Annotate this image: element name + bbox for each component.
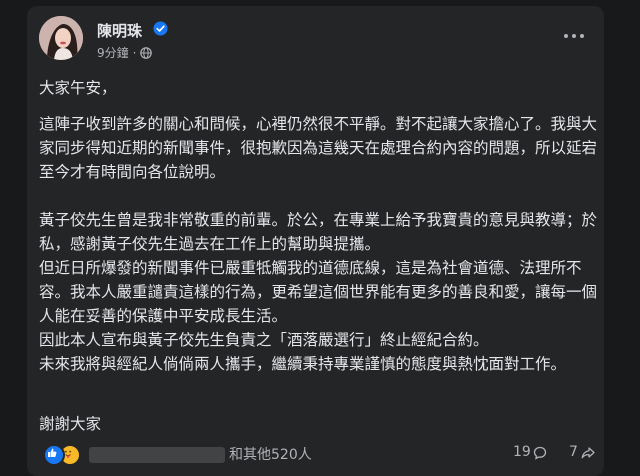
comment-count[interactable]: 19 xyxy=(513,444,531,460)
verified-badge-icon xyxy=(153,21,168,36)
post-timestamp[interactable]: 9分鐘 xyxy=(97,44,129,61)
more-dot-icon xyxy=(572,34,576,38)
author-avatar[interactable] xyxy=(39,16,83,60)
like-reaction-icon[interactable] xyxy=(43,444,65,466)
post-card: 陳明珠 9分鐘 · 大家午安， 這陣子收到許多的關心和問候，心裡仍然很不平靜。對… xyxy=(27,6,604,476)
meta-separator: · xyxy=(132,45,137,60)
post-paragraph-5: 未來我將與經紀人倘倘兩人攜手，繼續秉持專業謹慎的態度與熱忱面對工作。 xyxy=(39,355,567,373)
author-name[interactable]: 陳明珠 xyxy=(97,20,142,41)
post-paragraph-3: 但近日所爆發的新聞事件已嚴重牴觸我的道德底線，這是為社會道德、法理所不容。我本人… xyxy=(39,259,598,325)
post-meta: 9分鐘 · xyxy=(97,44,153,61)
reaction-summary[interactable]: 和其他520人 xyxy=(229,444,312,464)
post-paragraph-2: 黃子佼先生曾是我非常敬重的前輩。於公，在專業上給予我寶貴的意見與教導；於私，感謝… xyxy=(39,211,598,253)
post-paragraph-1: 這陣子收到許多的關心和問候，心裡仍然很不平靜。對不起讓大家擔心了。我與大家同步得… xyxy=(39,115,598,181)
post-header: 陳明珠 9分鐘 · xyxy=(39,16,594,66)
more-dot-icon xyxy=(564,34,568,38)
post-paragraph-greeting: 大家午安， xyxy=(39,79,117,97)
globe-icon xyxy=(140,46,153,59)
reactions-bar: 和其他520人 19 7 xyxy=(39,442,595,472)
blurred-reactor-names xyxy=(89,447,225,463)
share-icon[interactable] xyxy=(581,446,595,460)
post-paragraph-4: 因此本人宣布與黃子佼先生負責之「酒落嚴選行」終止經紀合約。 xyxy=(39,331,489,349)
post-paragraph-closing: 謝謝大家 xyxy=(39,415,102,433)
more-dot-icon xyxy=(580,34,584,38)
share-count[interactable]: 7 xyxy=(569,444,578,460)
more-options-button[interactable] xyxy=(562,30,586,42)
comment-icon[interactable] xyxy=(533,446,547,460)
